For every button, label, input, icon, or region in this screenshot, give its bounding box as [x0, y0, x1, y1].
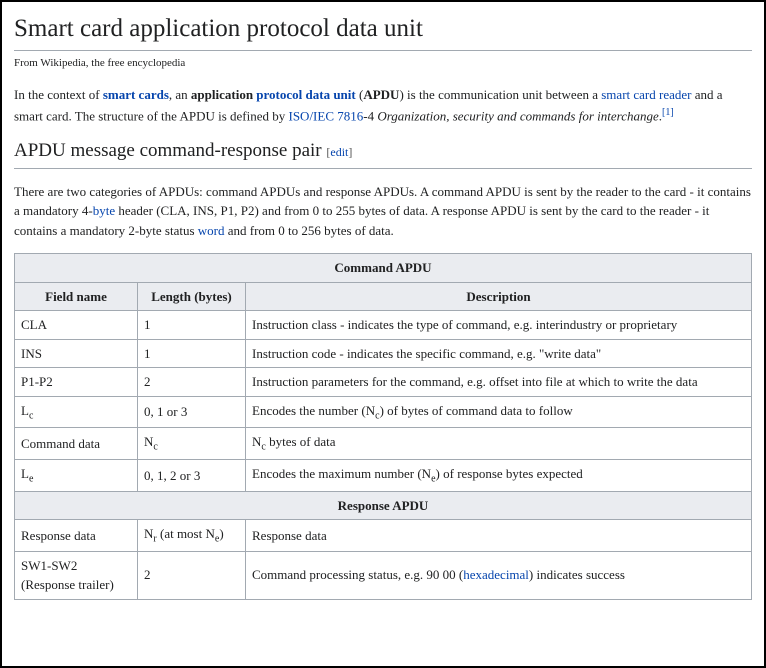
intro-paragraph: In the context of smart cards, an applic… — [14, 85, 752, 125]
cell-length: 2 — [138, 551, 246, 599]
bracket: ] — [348, 145, 352, 159]
cell-desc: Instruction class - indicates the type o… — [246, 311, 752, 340]
edit-link[interactable]: edit — [330, 145, 348, 159]
tagline: From Wikipedia, the free encyclopedia — [14, 55, 752, 72]
table-row: Le 0, 1, 2 or 3 Encodes the maximum numb… — [15, 460, 752, 492]
col-description: Description — [246, 282, 752, 311]
table-column-row: Field name Length (bytes) Description — [15, 282, 752, 311]
col-length: Length (bytes) — [138, 282, 246, 311]
table-row: Command data Nc Nc bytes of data — [15, 428, 752, 460]
text-bold: APDU — [363, 87, 399, 102]
link-smart-cards[interactable]: smart cards — [103, 87, 169, 102]
cell-length: 1 — [138, 311, 246, 340]
text: -4 — [363, 108, 377, 123]
cell-field: Le — [15, 460, 138, 492]
cell-field: Response data — [15, 520, 138, 552]
col-field: Field name — [15, 282, 138, 311]
table-row: SW1-SW2 (Response trailer) 2 Command pro… — [15, 551, 752, 599]
cell-desc: Instruction parameters for the command, … — [246, 368, 752, 397]
cell-field: Lc — [15, 396, 138, 428]
cell-field: SW1-SW2 (Response trailer) — [15, 551, 138, 599]
link-byte[interactable]: byte — [93, 203, 115, 218]
text: In the context of — [14, 87, 103, 102]
text: and from 0 to 256 bytes of data. — [224, 223, 393, 238]
edit-section: [edit] — [326, 145, 352, 159]
text: ) is the communication unit between a — [399, 87, 601, 102]
table-header-response: Response APDU — [15, 491, 752, 520]
link-hexadecimal[interactable]: hexadecimal — [463, 567, 529, 582]
table-row: INS 1 Instruction code - indicates the s… — [15, 339, 752, 368]
cell-length: 1 — [138, 339, 246, 368]
link-smart-card-reader[interactable]: smart card reader — [601, 87, 691, 102]
cell-length: Nr (at most Ne) — [138, 520, 246, 552]
cell-length: Nc — [138, 428, 246, 460]
text-italic: Organization, security and commands for … — [377, 108, 658, 123]
table-row: P1-P2 2 Instruction parameters for the c… — [15, 368, 752, 397]
cell-desc: Response data — [246, 520, 752, 552]
cell-desc: Encodes the maximum number (Ne) of respo… — [246, 460, 752, 492]
cell-desc: Nc bytes of data — [246, 428, 752, 460]
apdu-table: Command APDU Field name Length (bytes) D… — [14, 253, 752, 599]
table-header-command: Command APDU — [15, 254, 752, 283]
cell-field: CLA — [15, 311, 138, 340]
cell-field: INS — [15, 339, 138, 368]
reference-link[interactable]: [1] — [662, 107, 674, 118]
cell-desc: Instruction code - indicates the specifi… — [246, 339, 752, 368]
table-row: Lc 0, 1 or 3 Encodes the number (Nc) of … — [15, 396, 752, 428]
text-bold: application — [191, 87, 256, 102]
text: , an — [169, 87, 191, 102]
section-paragraph: There are two categories of APDUs: comma… — [14, 182, 752, 241]
cell-desc: Encodes the number (Nc) of bytes of comm… — [246, 396, 752, 428]
cell-length: 0, 1, 2 or 3 — [138, 460, 246, 492]
table-header-row: Command APDU — [15, 254, 752, 283]
cell-length: 2 — [138, 368, 246, 397]
link-protocol-data-unit[interactable]: protocol data unit — [256, 87, 355, 102]
link-iso-iec-7816[interactable]: ISO/IEC 7816 — [289, 108, 364, 123]
table-row: CLA 1 Instruction class - indicates the … — [15, 311, 752, 340]
cell-field: Command data — [15, 428, 138, 460]
article-page: Smart card application protocol data uni… — [0, 0, 766, 668]
table-header-row: Response APDU — [15, 491, 752, 520]
link-word[interactable]: word — [198, 223, 225, 238]
cell-field: P1-P2 — [15, 368, 138, 397]
table-row: Response data Nr (at most Ne) Response d… — [15, 520, 752, 552]
cell-desc: Command processing status, e.g. 90 00 (h… — [246, 551, 752, 599]
section-heading: APDU message command-response pair [edit… — [14, 137, 752, 169]
cell-length: 0, 1 or 3 — [138, 396, 246, 428]
page-title: Smart card application protocol data uni… — [14, 10, 752, 51]
heading-text: APDU message command-response pair — [14, 140, 322, 161]
